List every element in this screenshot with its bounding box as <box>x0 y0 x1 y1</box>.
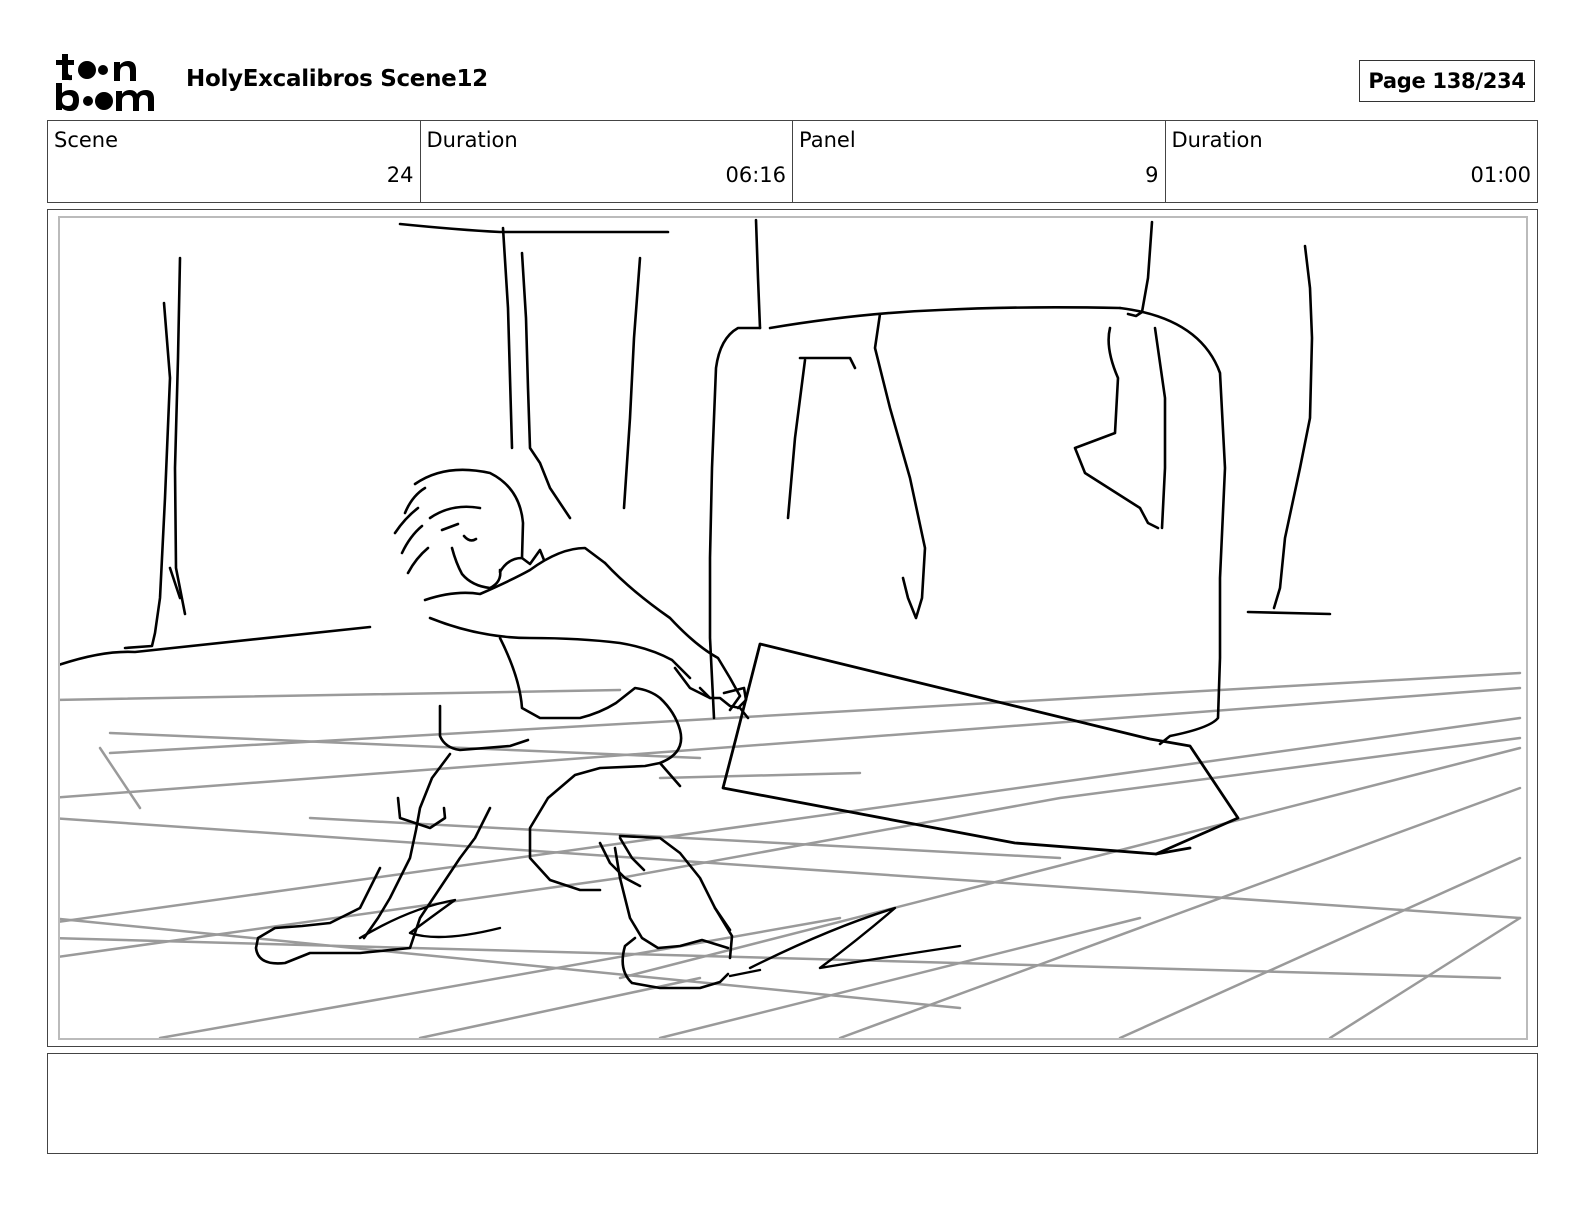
impact-strokes <box>358 898 962 978</box>
scene-duration-cell: Duration 06:16 <box>421 121 793 202</box>
scene-cell: Scene 24 <box>48 121 421 202</box>
floor-grid <box>60 671 1522 1038</box>
panel-cell: Panel 9 <box>793 121 1166 202</box>
panel-duration-cell: Duration 01:00 <box>1166 121 1538 202</box>
panel-notes-area <box>47 1053 1538 1154</box>
page-indicator: Page 138/234 <box>1359 60 1535 102</box>
storyboard-panel-image <box>58 216 1528 1040</box>
scene-value: 24 <box>386 163 414 187</box>
scene-duration-label: Duration <box>426 128 518 152</box>
panel-value: 9 <box>1145 163 1159 187</box>
panel-duration-value: 01:00 <box>1470 163 1531 187</box>
sword-sketch <box>721 642 1240 856</box>
scene-label: Scene <box>54 128 119 152</box>
scene-duration-value: 06:16 <box>725 163 786 187</box>
panel-label: Panel <box>799 128 856 152</box>
panel-info-table: Scene 24 Duration 06:16 Panel 9 Duration… <box>47 120 1538 203</box>
character-sketch <box>254 468 750 990</box>
background-pillars <box>60 218 1332 746</box>
toonboom-logo <box>50 50 164 114</box>
panel-duration-label: Duration <box>1171 128 1263 152</box>
project-title: HolyExcalibros Scene12 <box>186 66 488 92</box>
